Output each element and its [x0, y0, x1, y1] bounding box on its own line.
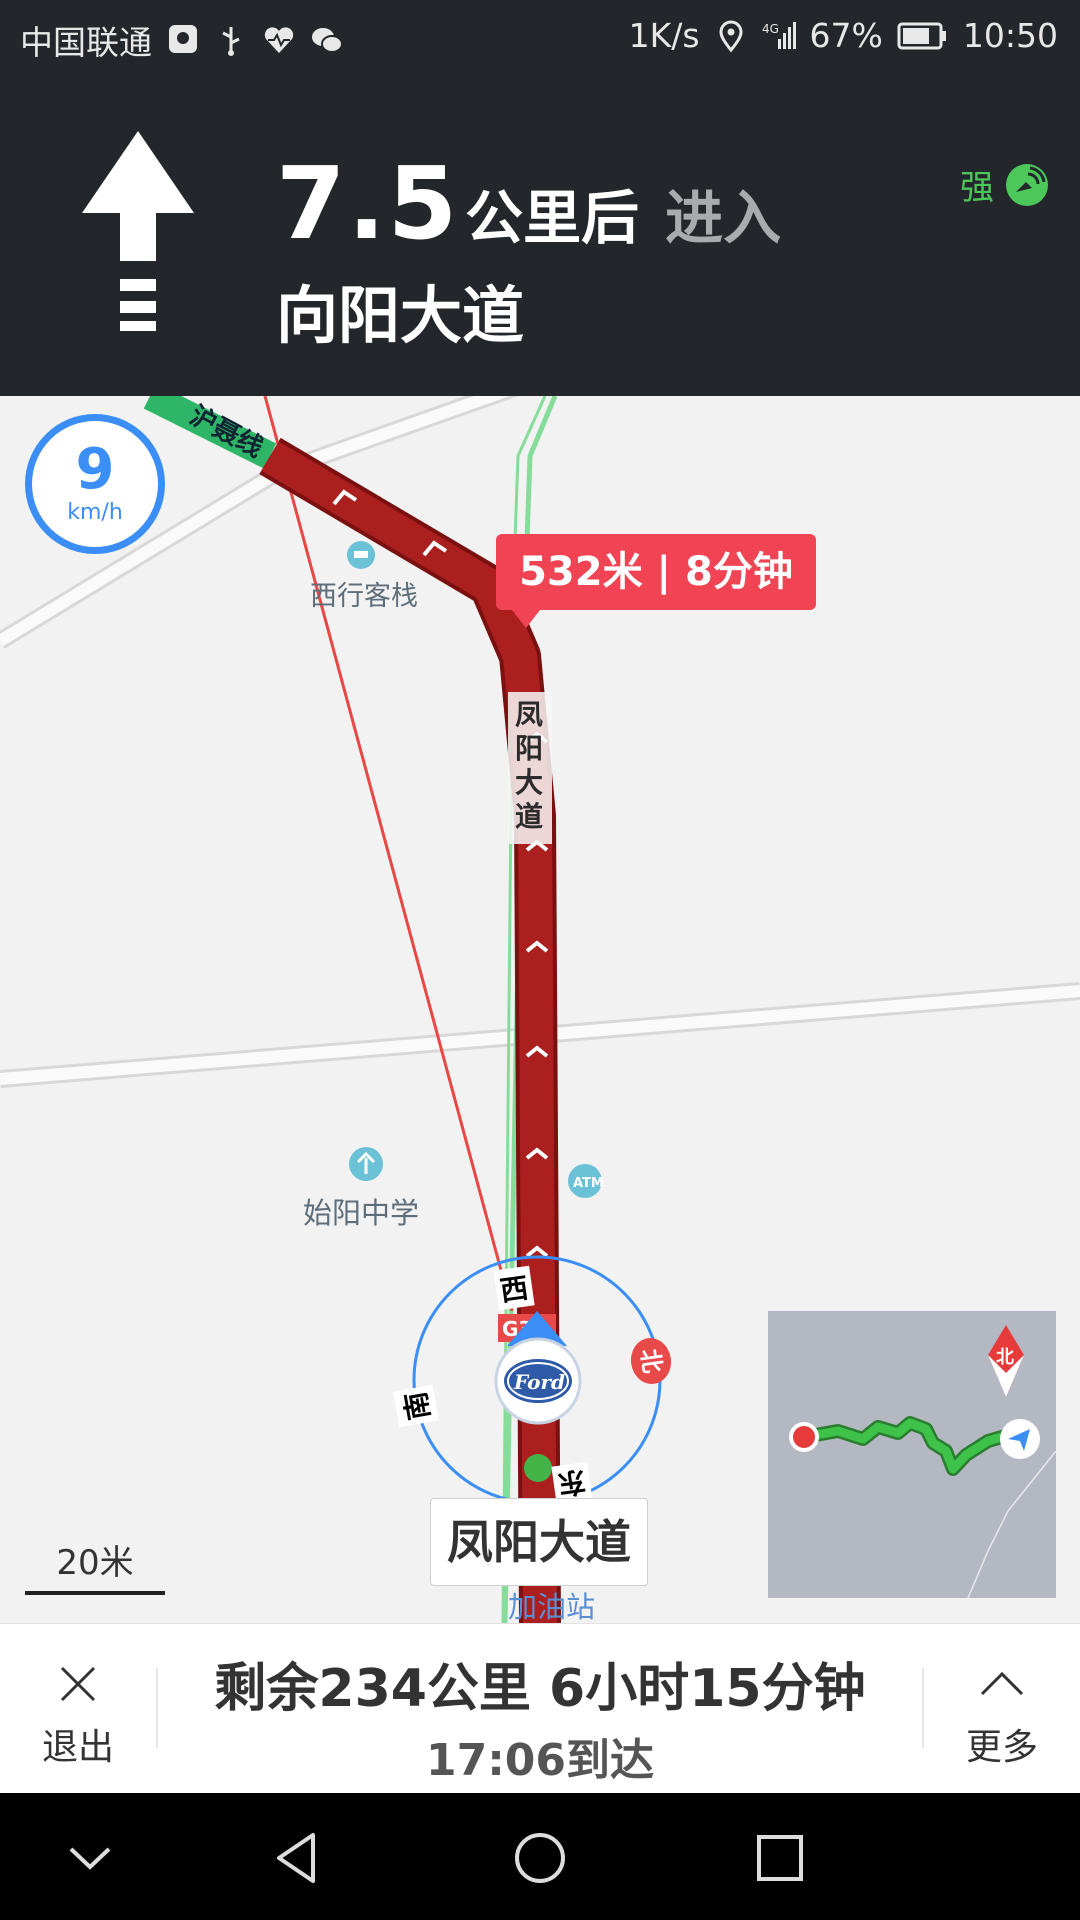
speed-indicator: 9 km/h: [25, 414, 165, 554]
svg-text:凤: 凤: [515, 698, 543, 731]
carrier-label: 中国联通: [20, 23, 152, 62]
distance-value: 7.5: [276, 145, 460, 262]
wechat-icon: [312, 28, 343, 53]
status-bar: 中国联通 1K/s 4G 67% 10:50: [0, 0, 1080, 75]
recents-icon[interactable]: [745, 1823, 815, 1893]
road-label-fengyang: 凤 阳 大 道: [508, 692, 552, 844]
svg-text:Ford: Ford: [513, 1370, 565, 1394]
net-speed: 1K/s: [628, 16, 700, 55]
maneuver-action: 进入: [665, 184, 782, 252]
exit-button[interactable]: 退出: [0, 1624, 156, 1794]
hide-keyboard-chevron-icon[interactable]: [55, 1823, 125, 1893]
route-summary-bar: 退出 剩余234公里 6小时15分钟 17:06到达 更多: [0, 1623, 1080, 1794]
close-icon: [60, 1666, 96, 1702]
gps-strength-label: 强: [960, 168, 994, 208]
current-road-label: 凤阳大道: [430, 1498, 648, 1586]
more-label: 更多: [965, 1727, 1038, 1768]
speed-unit: km/h: [67, 500, 123, 525]
svg-text:大: 大: [515, 766, 543, 799]
chevron-up-icon: [980, 1671, 1024, 1696]
scale-label: 20米: [56, 1543, 134, 1583]
svg-text:阳: 阳: [515, 732, 543, 765]
svg-text:4G: 4G: [762, 22, 779, 36]
svg-text:ATM: ATM: [573, 1176, 604, 1191]
clock: 10:50: [962, 16, 1058, 55]
battery-icon: [897, 22, 946, 49]
remaining-distance-time: 剩余234公里 6小时15分钟: [214, 1659, 866, 1719]
distance-unit: 公里后: [465, 184, 640, 252]
gps-satellite-icon: [1006, 163, 1048, 206]
poi-school-label[interactable]: 始阳中学: [303, 1190, 419, 1232]
battery-percent: 67%: [809, 16, 883, 55]
road-label-hunie: 沪聂线: [185, 401, 268, 464]
exit-label: 退出: [41, 1727, 114, 1768]
route-overview-minimap[interactable]: 北: [768, 1311, 1057, 1599]
arrival-time: 17:06到达: [425, 1735, 655, 1786]
location-icon: [719, 20, 743, 52]
signal-4g-icon: 4G: [762, 21, 796, 49]
more-button[interactable]: 更多: [924, 1624, 1080, 1794]
divider: [156, 1668, 158, 1748]
compass-west: 西: [493, 1265, 535, 1311]
minimap-north-label: 北: [996, 1347, 1014, 1368]
svg-text:道: 道: [515, 800, 543, 833]
next-road-name: 向阳大道: [276, 279, 525, 352]
guidance-panel: 7.5 公里后 进入 向阳大道 强: [0, 75, 1080, 396]
speed-value: 9: [75, 437, 115, 502]
route-segment-tip[interactable]: 532米 | 8分钟: [496, 534, 816, 628]
map-scale: 20米: [25, 1535, 165, 1595]
health-icon: [264, 27, 294, 53]
straight-arrow-icon: [82, 131, 194, 331]
back-icon[interactable]: [265, 1823, 335, 1893]
system-navigation-bar: [0, 1793, 1080, 1920]
gps-signal-indicator: 强: [960, 160, 1050, 209]
poi-gas-station-label[interactable]: 加油站: [508, 1584, 595, 1623]
scale-bar: [25, 1591, 165, 1595]
baidu-icon: [169, 25, 197, 53]
usb-icon: [222, 27, 240, 56]
home-icon[interactable]: [505, 1823, 575, 1893]
compass-south: 南: [393, 1384, 439, 1428]
poi-hotel-label[interactable]: 西行客栈: [310, 574, 418, 613]
